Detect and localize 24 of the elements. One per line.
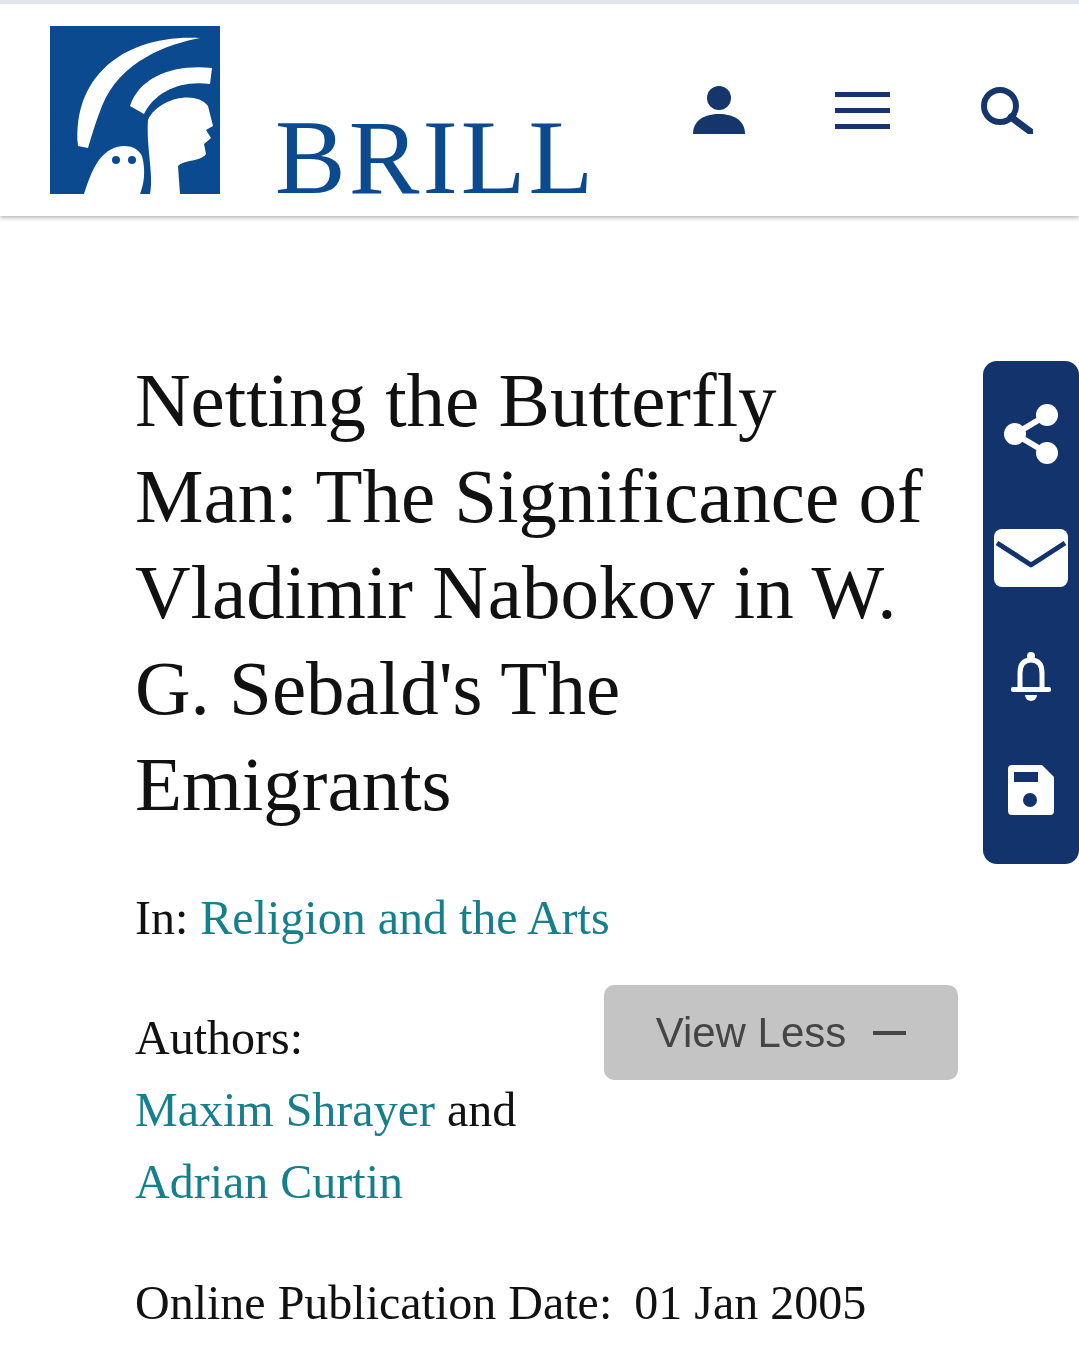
menu-button[interactable] bbox=[835, 91, 890, 129]
view-less-button[interactable]: View Less bbox=[604, 985, 958, 1080]
person-icon bbox=[693, 86, 745, 134]
search-icon bbox=[980, 86, 1033, 134]
article-title: Netting the Butterfly Man: The Significance of Vladimir Nabokov in W. G. Sebald's The Emigrants bbox=[135, 356, 924, 829]
brand-name[interactable]: BRILL bbox=[275, 105, 597, 211]
search-button[interactable] bbox=[980, 86, 1033, 134]
publication-date-label: Online Publication Date: bbox=[135, 1275, 613, 1331]
share-icon bbox=[1003, 403, 1059, 465]
author-link[interactable]: Adrian Curtin bbox=[135, 1155, 403, 1208]
author-link[interactable]: Maxim Shrayer bbox=[135, 1083, 435, 1136]
journal-line: In: Religion and the Arts bbox=[135, 890, 610, 946]
helmeted-head-icon[interactable] bbox=[50, 26, 220, 194]
publication-date: 01 Jan 2005 bbox=[634, 1275, 867, 1331]
journal-link[interactable]: Religion and the Arts bbox=[200, 891, 610, 944]
menu-icon bbox=[835, 91, 890, 129]
save-button[interactable] bbox=[1008, 765, 1054, 815]
envelope-icon bbox=[994, 529, 1068, 587]
email-button[interactable] bbox=[994, 529, 1068, 587]
share-button[interactable] bbox=[1003, 403, 1059, 465]
bell-icon bbox=[1011, 651, 1051, 701]
authors-line: Authors: Maxim Shrayer and Adrian Curtin bbox=[135, 1010, 518, 1210]
account-button[interactable] bbox=[693, 86, 745, 134]
alert-button[interactable] bbox=[1011, 651, 1051, 701]
